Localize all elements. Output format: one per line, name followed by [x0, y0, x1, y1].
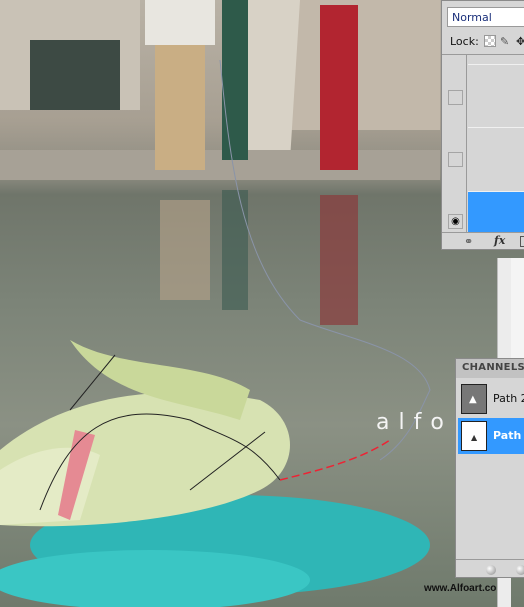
channel-label: Path 2	[493, 429, 524, 442]
layer-list: ◉	[442, 54, 524, 233]
channel-row-selected[interactable]: ▲ Path 2	[458, 418, 524, 454]
layer-row[interactable]	[468, 65, 524, 128]
layer-row-selected[interactable]	[468, 192, 524, 232]
save-selection-icon[interactable]	[516, 565, 524, 575]
load-channel-icon[interactable]	[486, 565, 496, 575]
channels-footer	[456, 559, 524, 579]
lock-transparency-icon[interactable]	[484, 35, 496, 47]
overlay-text: alfo	[376, 410, 453, 435]
channels-panel: CHANNELS ▲ Path 2 ▲ Path 2	[455, 358, 524, 578]
mask-icon[interactable]	[520, 236, 524, 247]
watermark: www.Alfoart.com	[424, 583, 506, 594]
channel-label: Path 2	[493, 392, 524, 405]
channel-thumbnail: ▲	[461, 421, 487, 451]
layer-row[interactable]	[468, 128, 524, 192]
blend-mode-dropdown[interactable]: Normal	[447, 7, 524, 27]
lock-brush-icon[interactable]: ✎	[500, 35, 512, 48]
channel-thumbnail: ▲	[461, 384, 487, 414]
fx-icon[interactable]: fx	[494, 234, 505, 247]
visibility-toggle[interactable]	[448, 152, 463, 167]
layers-footer: ⚭ fx	[442, 232, 524, 251]
visibility-toggle[interactable]	[448, 90, 463, 105]
layers-panel: Normal Lock: ✎ ✥ ◉ ⚭ fx	[441, 0, 524, 250]
eye-icon[interactable]: ◉	[448, 214, 463, 229]
link-icon[interactable]: ⚭	[464, 235, 473, 248]
tab-channels[interactable]: CHANNELS	[456, 359, 524, 378]
lock-move-icon[interactable]: ✥	[516, 35, 524, 48]
channel-row[interactable]: ▲ Path 2	[458, 381, 524, 417]
visibility-column: ◉	[442, 55, 467, 233]
panel-gap	[511, 258, 524, 358]
lock-label: Lock:	[450, 35, 479, 48]
layer-row[interactable]	[468, 55, 524, 65]
